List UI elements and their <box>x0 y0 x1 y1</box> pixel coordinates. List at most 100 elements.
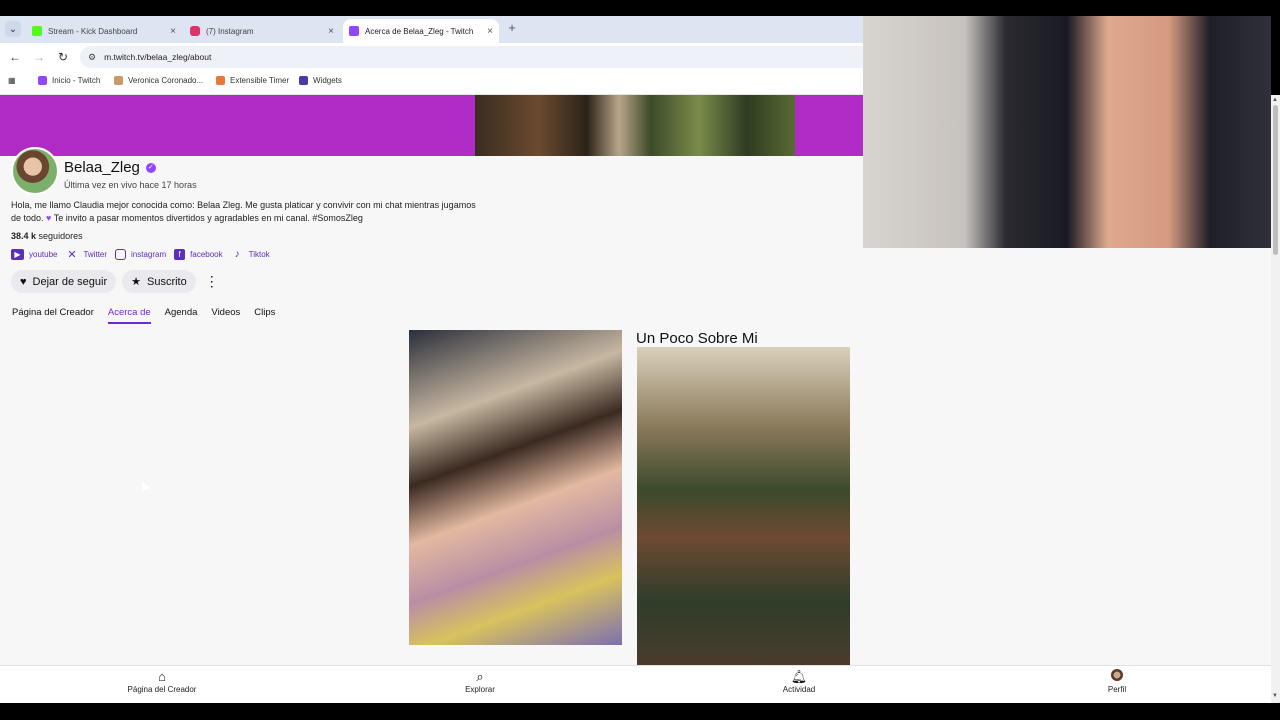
social-link-youtube[interactable]: ▶ youtube <box>11 249 57 260</box>
social-link-twitter[interactable]: ✕ Twitter <box>65 249 108 261</box>
more-options-icon[interactable]: ⋮ <box>204 270 220 293</box>
bottom-nav-label: Actividad <box>782 685 816 694</box>
verified-icon: ✓ <box>145 162 156 173</box>
bottom-black-bar <box>0 703 1280 720</box>
tab-kick-dashboard[interactable]: Stream - Kick Dashboard × <box>26 19 182 43</box>
bookmark-label: Widgets <box>313 76 342 85</box>
channel-bio: Hola, me llamo Claudia mejor conocida co… <box>11 199 531 225</box>
forward-arrow-icon[interactable]: → <box>32 50 46 64</box>
new-tab-button[interactable]: + <box>505 21 519 35</box>
kick-icon <box>32 26 42 36</box>
home-icon: ⌂ <box>158 669 166 684</box>
x-twitter-icon: ✕ <box>67 249 77 261</box>
widgets-icon <box>299 76 308 85</box>
bookmark-inicio-twitch[interactable]: Inicio - Twitch <box>38 76 100 85</box>
about-panel-title: Un Poco Sobre Mi <box>636 330 758 347</box>
tiktok-icon: ♪ <box>234 249 240 260</box>
last-live-text: Última vez en vivo hace 17 horas <box>64 180 197 190</box>
unfollow-label: Dejar de seguir <box>32 275 108 288</box>
facebook-icon: f <box>174 249 186 260</box>
screen: ⌄ Stream - Kick Dashboard × (7) Instagra… <box>0 0 1280 720</box>
top-black-bar <box>0 0 1280 16</box>
social-link-tiktok[interactable]: ♪ Tiktok <box>231 249 270 260</box>
bottom-nav-label: Perfil <box>1107 685 1127 694</box>
bottom-nav-profile[interactable]: Perfil <box>1057 669 1177 694</box>
subscribed-label: Suscrito <box>147 275 187 288</box>
about-panel-image-1 <box>409 330 622 645</box>
address-bar[interactable]: ⚙ <box>80 46 870 68</box>
tab-about[interactable]: Acerca de <box>107 307 151 324</box>
social-link-instagram[interactable]: instagram <box>115 249 166 260</box>
tab-search-button[interactable]: ⌄ <box>5 21 21 37</box>
avatar-icon <box>1057 669 1177 684</box>
bottom-nav-creator-page[interactable]: ⌂ Página del Creador <box>102 669 222 694</box>
bottom-nav-label: Explorar <box>465 685 495 694</box>
bio-line-2-prefix: de todo. <box>11 213 44 223</box>
close-icon[interactable]: × <box>170 26 176 37</box>
star-icon: ★ <box>131 276 141 288</box>
tab-title: Stream - Kick Dashboard <box>48 26 138 36</box>
scrollbar-thumb[interactable] <box>1273 105 1278 255</box>
bookmark-veronica[interactable]: Veronica Coronado... <box>114 76 203 85</box>
apps-grid-icon[interactable]: ▦ <box>8 76 16 85</box>
bell-icon: 🔔︎ <box>790 669 808 684</box>
banner-image <box>475 95 795 156</box>
channel-name: Belaa_Zleg ✓ <box>64 159 156 176</box>
subscribed-button[interactable]: ★ Suscrito <box>122 270 196 293</box>
reload-icon[interactable]: ↻ <box>56 50 70 64</box>
tab-clips[interactable]: Clips <box>254 307 275 324</box>
unfollow-button[interactable]: ♥ Dejar de seguir <box>11 270 117 293</box>
tab-schedule[interactable]: Agenda <box>165 307 198 324</box>
chevron-down-icon: ⌄ <box>8 23 18 35</box>
mouse-cursor <box>138 478 150 492</box>
page-icon <box>114 76 123 85</box>
tab-creator-page[interactable]: Página del Creador <box>12 307 94 324</box>
twitch-icon <box>349 26 359 36</box>
bookmark-widgets[interactable]: Widgets <box>299 76 342 85</box>
twitch-icon <box>38 76 47 85</box>
vertical-scrollbar[interactable]: ▲ ▼ <box>1271 95 1280 703</box>
social-label: instagram <box>131 250 167 259</box>
bookmarks-bar: ▦ Inicio - Twitch Veronica Coronado... E… <box>0 71 863 95</box>
back-arrow-icon[interactable]: ← <box>8 50 22 64</box>
bottom-nav-explore[interactable]: ⌕ Explorar <box>420 669 540 694</box>
scroll-down-icon[interactable]: ▼ <box>1272 693 1278 699</box>
url-input[interactable] <box>104 52 705 62</box>
youtube-icon: ▶ <box>11 249 24 260</box>
bottom-nav-activity[interactable]: 🔔︎ Actividad <box>739 669 859 694</box>
tab-twitch-about[interactable]: Acerca de Belaa_Zleg - Twitch × <box>343 19 499 43</box>
social-label: Twitter <box>83 250 108 259</box>
close-icon[interactable]: × <box>487 26 493 37</box>
bottom-navigation: ⌂ Página del Creador ⌕ Explorar 🔔︎ Activ… <box>0 665 1271 703</box>
scroll-up-icon[interactable]: ▲ <box>1272 97 1278 103</box>
bookmark-label: Extensible Timer <box>230 76 290 85</box>
followers-count: 38.4 k seguidores <box>11 231 83 241</box>
channel-subnav: Página del Creador Acerca de Agenda Vide… <box>12 307 289 324</box>
channel-avatar[interactable] <box>11 147 59 195</box>
purple-heart-icon: ♥ <box>46 213 52 223</box>
social-links: ▶ youtube ✕ Twitter instagram f facebook… <box>11 249 278 261</box>
heart-icon: ♥ <box>20 275 27 288</box>
channel-name-text: Belaa_Zleg <box>64 159 140 176</box>
tab-title: Acerca de Belaa_Zleg - Twitch <box>365 26 474 36</box>
search-icon: ⌕ <box>476 669 484 684</box>
social-label: facebook <box>190 250 223 259</box>
bottom-nav-label: Página del Creador <box>127 685 197 694</box>
tab-instagram[interactable]: (7) Instagram × <box>184 19 340 43</box>
social-label: Tiktok <box>248 250 270 259</box>
bookmark-label: Inicio - Twitch <box>52 76 101 85</box>
site-info-icon[interactable]: ⚙ <box>88 52 96 63</box>
channel-banner <box>0 95 863 156</box>
followers-label: seguidores <box>38 231 83 241</box>
bookmark-extensible-timer[interactable]: Extensible Timer <box>216 76 289 85</box>
social-link-facebook[interactable]: f facebook <box>174 249 223 260</box>
followers-number: 38.4 k <box>11 231 37 241</box>
bio-line-1: Hola, me llamo Claudia mejor conocida co… <box>11 200 476 210</box>
tab-videos[interactable]: Videos <box>211 307 240 324</box>
browser-toolbar: ← → ↻ ⚙ <box>0 43 870 71</box>
close-icon[interactable]: × <box>328 26 334 37</box>
about-panel-image-2 <box>637 347 850 665</box>
bio-line-2-suffix: Te invito a pasar momentos divertidos y … <box>53 213 363 223</box>
channel-actions: ♥ Dejar de seguir ★ Suscrito ⋮ <box>11 270 220 293</box>
bookmark-label: Veronica Coronado... <box>128 76 204 85</box>
